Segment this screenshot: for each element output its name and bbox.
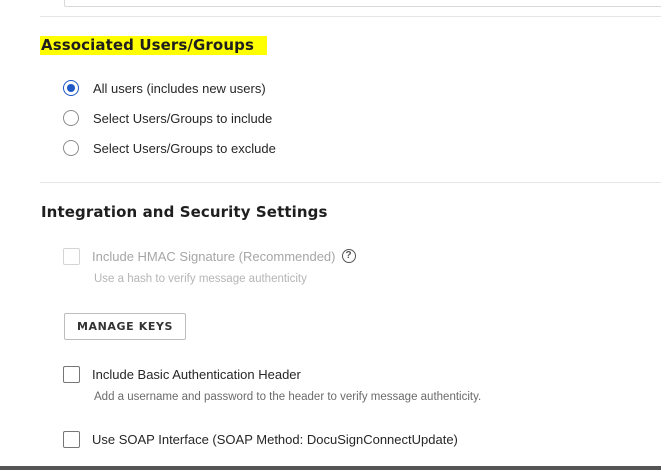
manage-keys-button[interactable]: MANAGE KEYS [64,313,186,340]
radio-exclude-users[interactable]: Select Users/Groups to exclude [63,138,276,158]
bottom-scroll-bar [0,466,661,470]
radio-include-users-label: Select Users/Groups to include [93,110,273,126]
radio-include-users[interactable]: Select Users/Groups to include [63,108,272,128]
soap-interface-label: Use SOAP Interface (SOAP Method: DocuSig… [92,431,458,447]
hmac-signature-checkbox [63,247,80,265]
previous-field-box [64,0,661,7]
radio-exclude-users-button[interactable] [63,140,79,156]
integration-security-title: Integration and Security Settings [41,203,328,221]
soap-interface-row[interactable]: Use SOAP Interface (SOAP Method: DocuSig… [63,429,458,449]
radio-all-users-label: All users (includes new users) [93,80,266,96]
section-divider [40,182,661,183]
hmac-description: Use a hash to verify message authenticit… [94,273,307,285]
associated-users-groups-title: Associated Users/Groups [40,36,267,55]
basic-auth-label: Include Basic Authentication Header [92,366,301,382]
radio-all-users[interactable]: All users (includes new users) [63,78,266,98]
section-divider [40,16,661,17]
radio-all-users-button[interactable] [63,80,79,96]
basic-auth-row[interactable]: Include Basic Authentication Header [63,364,301,384]
hmac-signature-label: Include HMAC Signature (Recommended) [92,248,336,264]
radio-include-users-button[interactable] [63,110,79,126]
soap-interface-checkbox[interactable] [63,430,80,448]
help-icon[interactable]: ? [341,249,356,263]
basic-auth-description: Add a username and password to the heade… [94,391,482,403]
radio-exclude-users-label: Select Users/Groups to exclude [93,140,276,156]
hmac-signature-row: Include HMAC Signature (Recommended) ? [63,246,356,266]
basic-auth-checkbox[interactable] [63,365,80,383]
